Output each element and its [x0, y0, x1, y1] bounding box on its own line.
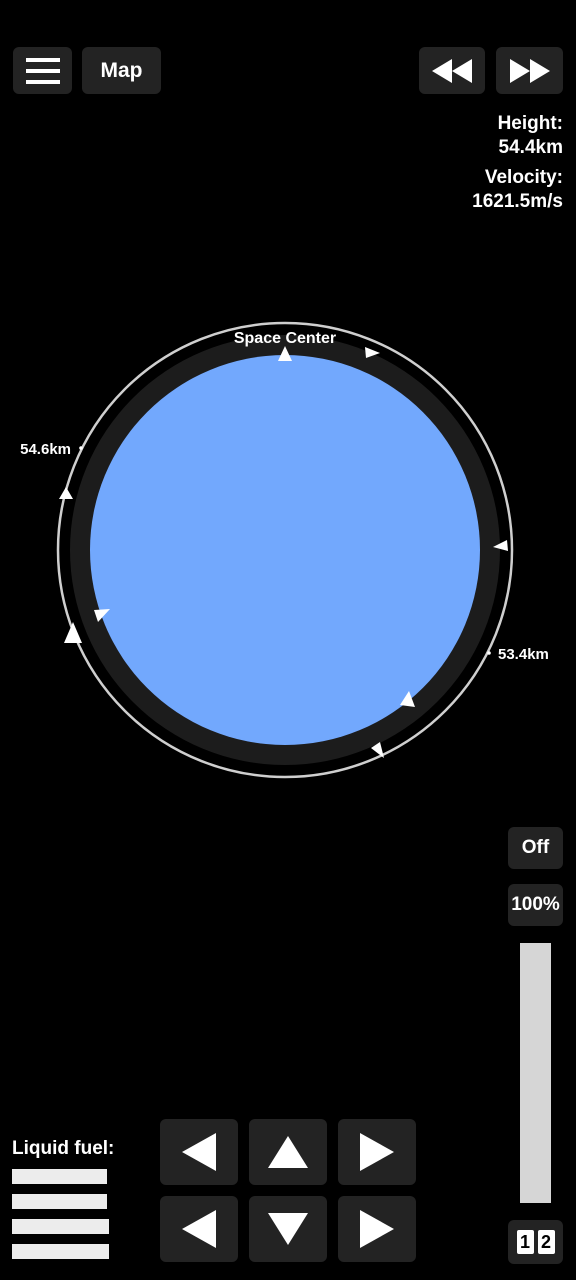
planet — [90, 355, 480, 745]
stage-selector[interactable]: 1 2 — [508, 1220, 563, 1264]
periapsis-label: 53.4km — [498, 646, 549, 663]
apoapsis-marker-icon — [79, 446, 83, 450]
thrust-up-button[interactable] — [249, 1119, 327, 1185]
rotate-right-button[interactable] — [338, 1119, 416, 1185]
translate-left-button[interactable] — [160, 1196, 238, 1262]
translate-right-button[interactable] — [338, 1196, 416, 1262]
arrow-right-icon — [360, 1133, 394, 1171]
fuel-label: Liquid fuel: — [12, 1138, 115, 1159]
space-center-label: Space Center — [234, 330, 336, 347]
spacecraft-icon[interactable] — [64, 622, 82, 643]
rcs-toggle-label: Off — [521, 837, 550, 858]
fuel-tank-bar — [12, 1194, 107, 1209]
fuel-tank-bar — [12, 1219, 109, 1234]
periapsis-marker-icon — [487, 651, 491, 655]
throttle-slider[interactable] — [520, 943, 551, 1203]
stage-number-2[interactable]: 2 — [537, 1230, 555, 1254]
fuel-tank-bar — [12, 1244, 109, 1259]
fuel-tank-bar — [12, 1169, 107, 1184]
orbit-map[interactable]: Space Center 54.6km 53.4km — [0, 0, 576, 1280]
rotate-left-button[interactable] — [160, 1119, 238, 1185]
throttle-percent-label: 100% — [511, 894, 560, 915]
thrust-down-button[interactable] — [249, 1196, 327, 1262]
throttle-percent-button[interactable]: 100% — [508, 884, 563, 926]
arrow-down-icon — [268, 1213, 308, 1245]
orbit-direction-arrow-icon — [59, 487, 73, 499]
arrow-up-icon — [268, 1136, 308, 1168]
rcs-toggle-button[interactable]: Off — [508, 827, 563, 869]
apoapsis-label: 54.6km — [20, 441, 71, 458]
arrow-left-icon — [182, 1133, 216, 1171]
arrow-left-icon — [182, 1210, 216, 1248]
throttle-fill — [520, 943, 551, 1203]
stage-number-1[interactable]: 1 — [516, 1230, 534, 1254]
arrow-right-icon — [360, 1210, 394, 1248]
